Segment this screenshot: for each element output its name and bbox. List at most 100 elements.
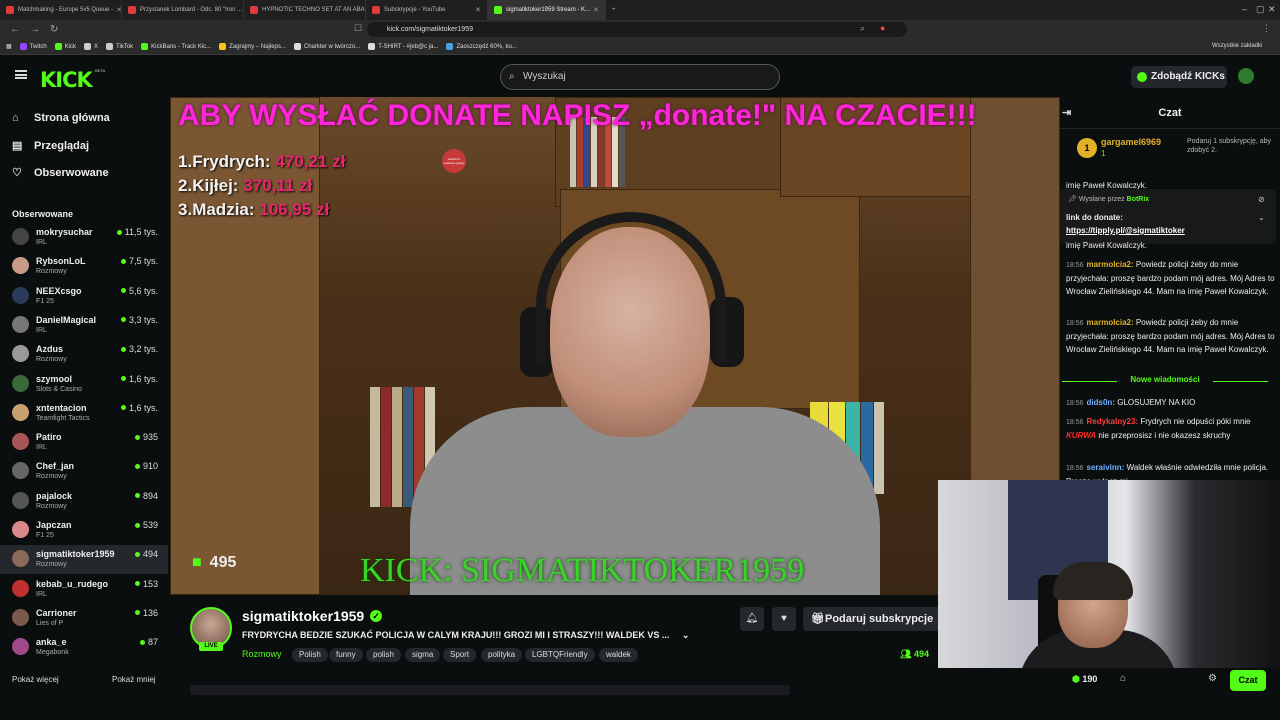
channel-name[interactable]: sigmatiktoker1959 ✓	[242, 608, 383, 624]
viewer-count: 935	[134, 432, 158, 442]
bookmark-item[interactable]: TikTok	[106, 43, 133, 50]
bookmark-icon	[141, 43, 149, 50]
browser-tab[interactable]: sigmatiktoker1959 Stream - K... ✕	[488, 0, 606, 20]
store-icon[interactable]: ⌂	[1120, 673, 1126, 684]
sidebar-item-mokrysuchar[interactable]: mokrysuchar IRL 11,5 tys.	[0, 223, 168, 252]
bookmark-item[interactable]: X	[84, 43, 98, 50]
get-kicks-button[interactable]: Zdobądź KICKs	[1131, 66, 1227, 88]
channel-name: NEEXcsgo	[36, 285, 82, 296]
browser-tab[interactable]: Subskrypcje - YouTube ✕	[366, 0, 488, 20]
nav-browse[interactable]: ▤ Przeglądaj	[12, 139, 89, 153]
gift-leaderboard[interactable]: 1 gargamel6969 1 Podaruj 1 subskrypcję, …	[1075, 135, 1275, 165]
sidebar-item-sigmatiktoker1959[interactable]: sigmatiktoker1959 Rozmowy 494	[0, 545, 168, 575]
search-input[interactable]: ⌕ Wyszukaj	[500, 64, 780, 90]
new-tab-button[interactable]: +	[606, 0, 626, 20]
maximize-icon[interactable]: ▢	[1256, 4, 1265, 15]
sidebar-item-danielmagical[interactable]: DanielMagical IRL 3,3 tys.	[0, 311, 168, 340]
back-icon[interactable]: ←	[10, 24, 20, 35]
bookmark-item[interactable]: KickBans - Track Kic...	[141, 43, 211, 50]
message-username[interactable]: marmolcia2:	[1087, 318, 1134, 327]
extension-icon[interactable]: ●	[880, 23, 885, 33]
sidebar-item-kebab_u_rudego[interactable]: kebab_u_rudego IRL 153	[0, 575, 168, 604]
notification-bell-button[interactable]: 🔔︎	[740, 607, 764, 631]
stream-tag[interactable]: polish	[366, 648, 401, 662]
menu-dots-icon[interactable]: ⋮	[1262, 23, 1271, 34]
message-username[interactable]: dids0n:	[1087, 398, 1115, 407]
stream-tag[interactable]: Polish	[292, 648, 328, 662]
donate-link[interactable]: https://tipply.pl/@sigmatiktoker	[1066, 226, 1185, 235]
bookmark-item[interactable]: T-SHIRT - #jeb@c ja...	[368, 43, 438, 50]
donor-row: 2.Kijłej: 370,11 zł	[178, 176, 312, 196]
tab-title: Matchmaking - Europe 5v5 Queue -	[18, 7, 114, 13]
reload-icon[interactable]: ↻	[50, 24, 58, 35]
nav-home[interactable]: ⌂ Strona główna	[12, 112, 110, 124]
stream-tag[interactable]: funny	[329, 648, 363, 662]
chat-message: 18:56 marmolcia2: Powiedz policji żeby do…	[1066, 258, 1276, 298]
minimize-icon[interactable]: –	[1242, 4, 1247, 14]
live-dot-icon	[134, 463, 140, 469]
url-field[interactable]: kick.com/sigmatiktoker1959	[367, 22, 907, 37]
browser-tab[interactable]: Przystanek Lombard - Odc. 80 "Iron ...✕	[122, 0, 244, 20]
bookmark-item[interactable]: Zaoszczędź 60%, ku...	[446, 43, 517, 50]
stream-tag[interactable]: LGBTQFriendly	[525, 648, 595, 662]
hide-pin-icon[interactable]: ⊘	[1258, 195, 1265, 204]
show-more-button[interactable]: Pokaż więcej	[12, 675, 59, 684]
browser-tab[interactable]: Matchmaking - Europe 5v5 Queue - ✕	[0, 0, 122, 20]
show-less-button[interactable]: Pokaż mniej	[112, 675, 156, 684]
sidebar-item-rybsonlol[interactable]: RybsonLoL Rozmowy 7,5 tys.	[0, 252, 168, 281]
kick-watermark: KICK: SIGMATIKTOKER1959	[360, 552, 805, 589]
kick-k-icon: ■	[192, 554, 202, 571]
message-username[interactable]: marmolcia2:	[1087, 260, 1134, 269]
avatar[interactable]	[1238, 68, 1254, 84]
bell-icon: 🔔︎	[745, 613, 759, 624]
sidebar-item-xntentacion[interactable]: xntentacion Teamfight Tactics 1,6 tys.	[0, 399, 168, 428]
sidebar-item-carrioner[interactable]: Carrioner Lies of P 136	[0, 604, 168, 633]
zoom-icon[interactable]: ⌕	[860, 23, 865, 34]
channel-points[interactable]: ⬢ 190	[1072, 674, 1097, 685]
close-tab-icon[interactable]: ✕	[113, 6, 121, 14]
sidebar-item-szymool[interactable]: szymool Slots & Casino 1,6 tys.	[0, 370, 168, 399]
message-text: Frydrych nie odpuści póki mnie	[1140, 417, 1251, 426]
bookmark-star-icon[interactable]: ☐	[354, 23, 362, 34]
donor-rank: 3.	[178, 200, 193, 219]
follow-button[interactable]: ♥	[772, 607, 796, 631]
sidebar-item-japczan[interactable]: Japczan F1 25 539	[0, 516, 168, 545]
sidebar-item-neexcsgo[interactable]: NEEXcsgo F1 25 5,6 tys.	[0, 282, 168, 311]
bookmark-item[interactable]: Zagrajmy – Najleps...	[219, 43, 286, 50]
close-window-icon[interactable]: ✕	[1268, 4, 1276, 15]
send-chat-button[interactable]: Czat	[1230, 670, 1266, 691]
all-bookmarks-link[interactable]: Wszystkie zakładki	[1212, 43, 1262, 49]
close-tab-icon[interactable]: ✕	[472, 6, 481, 14]
bookmark-item[interactable]: Twitch	[19, 43, 47, 50]
stream-tag[interactable]: sigma	[405, 648, 441, 662]
hamburger-menu-icon[interactable]	[15, 70, 27, 79]
nav-following[interactable]: ♡ Obserwowane	[12, 166, 109, 180]
avatar	[12, 550, 29, 568]
bookmark-item[interactable]: Kick	[54, 43, 76, 50]
message-username[interactable]: seraivinn:	[1087, 463, 1125, 472]
close-tab-icon[interactable]: ✕	[590, 6, 599, 14]
chevron-down-icon[interactable]: ⌄	[682, 630, 690, 640]
forward-icon[interactable]: →	[30, 24, 40, 35]
message-username[interactable]: Redykalny23:	[1087, 417, 1139, 426]
kick-logo[interactable]: KICK	[40, 68, 93, 92]
sidebar-item-chef_jan[interactable]: Chef_jan Rozmowy 910	[0, 457, 168, 486]
expand-pin-icon[interactable]: ⌄	[1258, 213, 1265, 222]
sidebar-item-patiro[interactable]: Patiro IRL 935	[0, 428, 168, 457]
gift-subscription-button[interactable]: 🎁︎ Podaruj subskrypcje	[803, 607, 943, 631]
video-player[interactable]: wiedźmin szalenie zgrany ABY WYSŁAĆ DONA…	[170, 97, 1060, 595]
sidebar-item-azdus[interactable]: Azdus Rozmowy 3,2 tys.	[0, 340, 168, 369]
settings-gear-icon[interactable]: ⚙	[1208, 673, 1217, 684]
stream-tag[interactable]: waldek	[599, 648, 638, 662]
bookmark-item[interactable]: Charkter w twórczo...	[293, 43, 360, 50]
browser-tab[interactable]: HYPNOTIC TECHNO SET AT AN ABAN...✕	[244, 0, 366, 20]
live-dot-icon	[120, 376, 126, 381]
sidebar-item-pajalock[interactable]: pajalock Rozmowy 894	[0, 487, 168, 516]
viewer-count: 87	[139, 637, 158, 647]
stream-tag[interactable]: polityka	[481, 648, 523, 662]
stream-tag[interactable]: Sport	[443, 648, 477, 662]
viewer-count: ■ 495	[192, 554, 236, 572]
sidebar-item-anka_e[interactable]: anka_e Megabonk 87	[0, 633, 168, 662]
stream-category[interactable]: Rozmowy	[242, 649, 282, 659]
collapse-chat-icon[interactable]: ⇥	[1062, 97, 1071, 129]
